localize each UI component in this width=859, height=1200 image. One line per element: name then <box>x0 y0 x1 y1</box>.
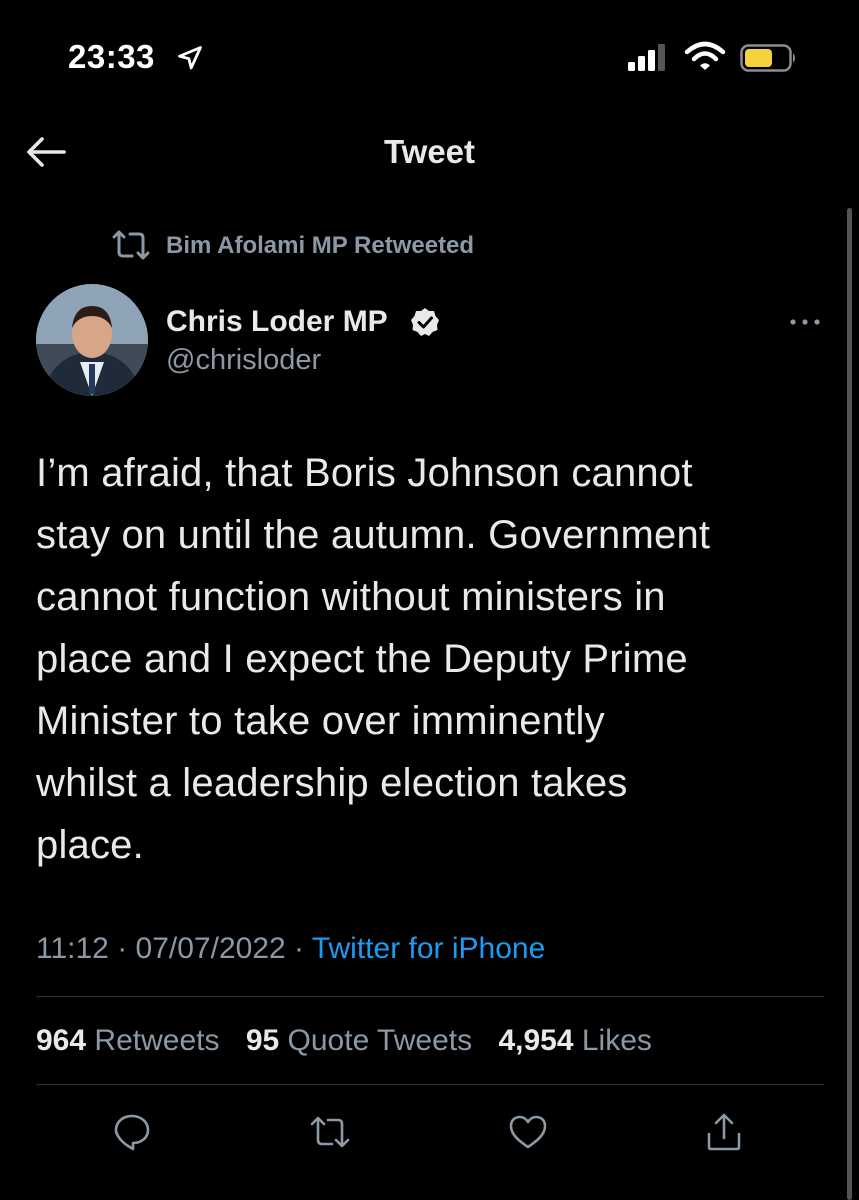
battery-icon <box>740 44 795 72</box>
retweet-action-icon[interactable] <box>308 1110 352 1154</box>
verified-badge-icon <box>411 308 439 336</box>
more-icon[interactable] <box>788 316 822 328</box>
likes-label: Likes <box>581 1024 652 1057</box>
tweet-text: I’m afraid, that Boris Johnson cannot st… <box>36 442 836 876</box>
author-name[interactable]: Chris Loder MP <box>166 305 388 339</box>
location-arrow-icon <box>178 46 202 70</box>
tweet-meta: 11:12 · 07/07/2022 · Twitter for iPhone <box>36 932 545 966</box>
status-time: 23:33 <box>68 38 155 75</box>
likes-count: 4,954 <box>498 1024 574 1057</box>
quote-tweets-stat[interactable]: 95 Quote Tweets <box>246 1024 472 1057</box>
tweet-source-link[interactable]: Twitter for iPhone <box>312 932 545 965</box>
avatar[interactable] <box>36 284 148 396</box>
share-icon[interactable] <box>702 1110 746 1154</box>
meta-separator: · <box>117 932 128 965</box>
tweet-text-line: stay on until the autumn. Government <box>36 513 711 557</box>
tweet-text-line: place. <box>36 823 144 867</box>
divider <box>36 1084 824 1085</box>
like-icon[interactable] <box>506 1110 550 1154</box>
retweets-label: Retweets <box>94 1024 220 1057</box>
divider <box>36 996 824 997</box>
signal-icon <box>628 44 665 71</box>
tweet-time[interactable]: 11:12 <box>36 932 109 965</box>
tweet-text-line: whilst a leadership election takes <box>36 761 628 805</box>
author-handle[interactable]: @chrisloder <box>166 344 321 377</box>
tweet-text-line: Minister to take over imminently <box>36 699 605 743</box>
avatar-photo <box>36 284 148 396</box>
retweet-icon <box>112 230 150 260</box>
quote-tweets-count: 95 <box>245 1024 280 1057</box>
meta-separator: · <box>294 932 305 965</box>
retweets-stat[interactable]: 964 Retweets <box>36 1024 219 1057</box>
tweet-stats: 964 Retweets 95 Quote Tweets 4,954 Likes <box>36 1024 670 1058</box>
quote-tweets-label: Quote Tweets <box>287 1024 473 1057</box>
tweet-text-line: I’m afraid, that Boris Johnson cannot <box>36 451 693 495</box>
tweet-text-line: cannot function without ministers in <box>36 575 666 619</box>
page-title: Tweet <box>383 133 476 170</box>
reply-icon[interactable] <box>110 1110 154 1154</box>
scroll-indicator <box>847 208 852 1200</box>
tweet-date[interactable]: 07/07/2022 <box>136 932 286 965</box>
wifi-icon <box>684 41 726 70</box>
retweets-count: 964 <box>36 1024 87 1057</box>
likes-stat[interactable]: 4,954 Likes <box>498 1024 651 1057</box>
tweet-text-line: place and I expect the Deputy Prime <box>36 637 688 681</box>
retweeted-by-label[interactable]: Bim Afolami MP Retweeted <box>166 232 474 260</box>
